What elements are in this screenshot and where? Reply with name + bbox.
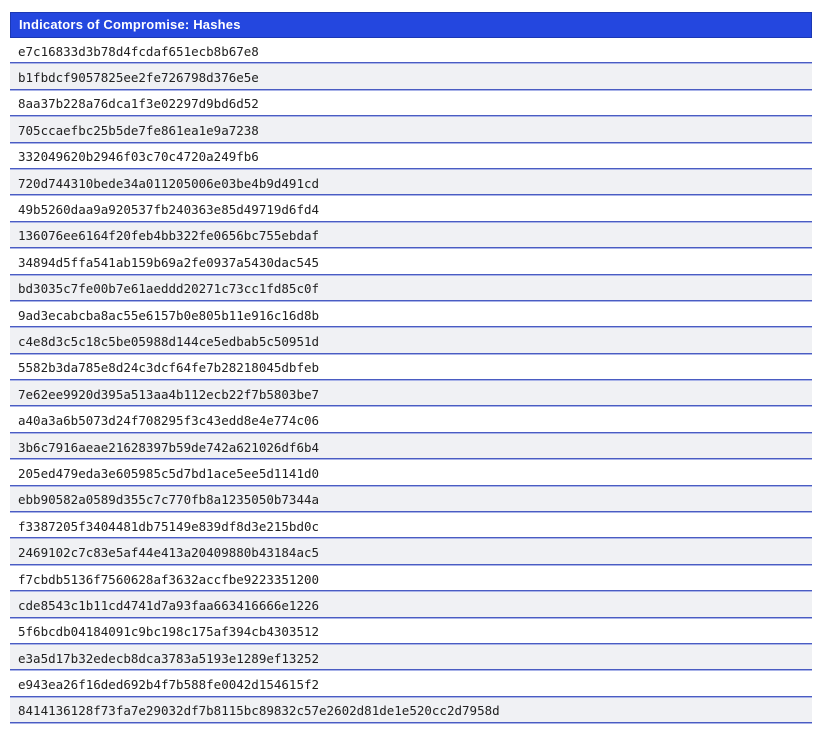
- hash-value: e7c16833d3b78d4fcdaf651ecb8b67e8: [18, 44, 259, 59]
- table-row: e3a5d17b32edecb8dca3783a5193e1289ef13252: [10, 645, 812, 671]
- hash-value: b1fbdcf9057825ee2fe726798d376e5e: [18, 70, 259, 85]
- hash-value: f3387205f3404481db75149e839df8d3e215bd0c: [18, 519, 319, 534]
- hash-value: 705ccaefbc25b5de7fe861ea1e9a7238: [18, 123, 259, 138]
- hash-value: 8aa37b228a76dca1f3e02297d9bd6d52: [18, 96, 259, 111]
- hash-value: 7e62ee9920d395a513aa4b112ecb22f7b5803be7: [18, 387, 319, 402]
- table-row: 49b5260daa9a920537fb240363e85d49719d6fd4: [10, 196, 812, 222]
- hash-value: c4e8d3c5c18c5be05988d144ce5edbab5c50951d: [18, 334, 319, 349]
- table-row: 8414136128f73fa7e29032df7b8115bc89832c57…: [10, 698, 812, 724]
- hash-value: 9ad3ecabcba8ac55e6157b0e805b11e916c16d8b: [18, 308, 319, 323]
- table-row: 7e62ee9920d395a513aa4b112ecb22f7b5803be7: [10, 381, 812, 407]
- table-row: cde8543c1b11cd4741d7a93faa663416666e1226: [10, 592, 812, 618]
- hash-value: 720d744310bede34a011205006e03be4b9d491cd: [18, 176, 319, 191]
- hash-value: 332049620b2946f03c70c4720a249fb6: [18, 149, 259, 164]
- table-row: bd3035c7fe00b7e61aeddd20271c73cc1fd85c0f: [10, 276, 812, 302]
- table-row: 5f6bcdb04184091c9bc198c175af394cb4303512: [10, 619, 812, 645]
- hash-value: ebb90582a0589d355c7c770fb8a1235050b7344a: [18, 492, 319, 507]
- table-row: 2469102c7c83e5af44e413a20409880b43184ac5: [10, 539, 812, 565]
- table-row: 205ed479eda3e605985c5d7bd1ace5ee5d1141d0: [10, 460, 812, 486]
- hash-value: 5582b3da785e8d24c3dcf64fe7b28218045dbfeb: [18, 360, 319, 375]
- hash-value: 49b5260daa9a920537fb240363e85d49719d6fd4: [18, 202, 319, 217]
- table-row: f3387205f3404481db75149e839df8d3e215bd0c: [10, 513, 812, 539]
- hash-rows-container: e7c16833d3b78d4fcdaf651ecb8b67e8 b1fbdcf…: [10, 38, 812, 724]
- table-row: 5582b3da785e8d24c3dcf64fe7b28218045dbfeb: [10, 355, 812, 381]
- hash-value: f7cbdb5136f7560628af3632accfbe9223351200: [18, 572, 319, 587]
- hash-value: bd3035c7fe00b7e61aeddd20271c73cc1fd85c0f: [18, 281, 319, 296]
- table-row: c4e8d3c5c18c5be05988d144ce5edbab5c50951d: [10, 328, 812, 354]
- table-row: e7c16833d3b78d4fcdaf651ecb8b67e8: [10, 38, 812, 64]
- hash-value: cde8543c1b11cd4741d7a93faa663416666e1226: [18, 598, 319, 613]
- table-row: f7cbdb5136f7560628af3632accfbe9223351200: [10, 566, 812, 592]
- hash-value: 8414136128f73fa7e29032df7b8115bc89832c57…: [18, 703, 500, 718]
- table-row: 8aa37b228a76dca1f3e02297d9bd6d52: [10, 91, 812, 117]
- hash-value: 136076ee6164f20feb4bb322fe0656bc755ebdaf: [18, 228, 319, 243]
- table-row: a40a3a6b5073d24f708295f3c43edd8e4e774c06: [10, 407, 812, 433]
- table-row: e943ea26f16ded692b4f7b588fe0042d154615f2: [10, 671, 812, 697]
- table-header: Indicators of Compromise: Hashes: [10, 12, 812, 38]
- hash-value: e3a5d17b32edecb8dca3783a5193e1289ef13252: [18, 651, 319, 666]
- table-row: 705ccaefbc25b5de7fe861ea1e9a7238: [10, 117, 812, 143]
- hash-value: e943ea26f16ded692b4f7b588fe0042d154615f2: [18, 677, 319, 692]
- table-row: 136076ee6164f20feb4bb322fe0656bc755ebdaf: [10, 223, 812, 249]
- hash-value: 205ed479eda3e605985c5d7bd1ace5ee5d1141d0: [18, 466, 319, 481]
- table-row: b1fbdcf9057825ee2fe726798d376e5e: [10, 64, 812, 90]
- table-row: 3b6c7916aeae21628397b59de742a621026df6b4: [10, 434, 812, 460]
- hash-value: 5f6bcdb04184091c9bc198c175af394cb4303512: [18, 624, 319, 639]
- table-row: 34894d5ffa541ab159b69a2fe0937a5430dac545: [10, 249, 812, 275]
- table-row: 9ad3ecabcba8ac55e6157b0e805b11e916c16d8b: [10, 302, 812, 328]
- hash-value: a40a3a6b5073d24f708295f3c43edd8e4e774c06: [18, 413, 319, 428]
- table-row: 332049620b2946f03c70c4720a249fb6: [10, 144, 812, 170]
- ioc-hashes-table: Indicators of Compromise: Hashes e7c1683…: [10, 12, 812, 724]
- hash-value: 2469102c7c83e5af44e413a20409880b43184ac5: [18, 545, 319, 560]
- table-row: ebb90582a0589d355c7c770fb8a1235050b7344a: [10, 487, 812, 513]
- hash-value: 3b6c7916aeae21628397b59de742a621026df6b4: [18, 440, 319, 455]
- table-row: 720d744310bede34a011205006e03be4b9d491cd: [10, 170, 812, 196]
- hash-value: 34894d5ffa541ab159b69a2fe0937a5430dac545: [18, 255, 319, 270]
